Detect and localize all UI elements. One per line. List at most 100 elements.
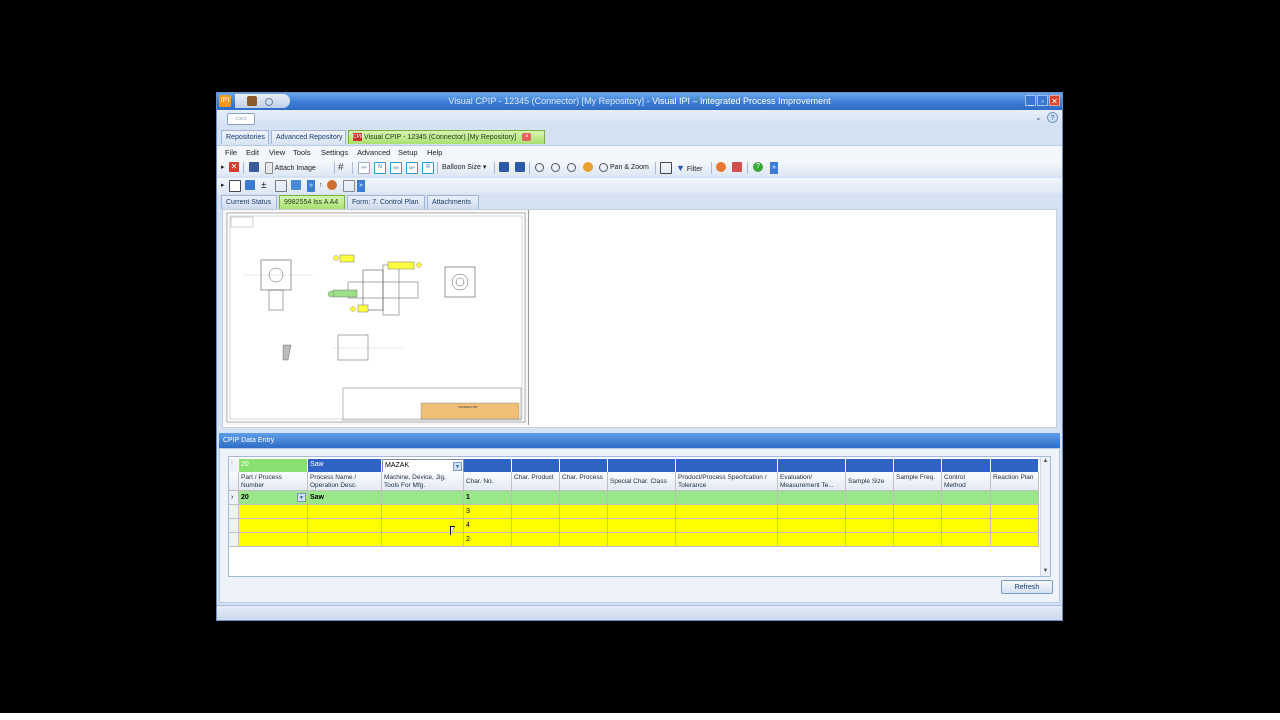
cell[interactable] — [608, 519, 676, 533]
balloon-pp-button[interactable]: PP — [358, 162, 370, 174]
cell-char-no[interactable]: 1 — [464, 491, 512, 505]
cell[interactable] — [560, 505, 608, 519]
menu-file[interactable]: File — [225, 148, 237, 157]
column-header[interactable]: Process Name / Operation Desc. — [308, 472, 382, 491]
filter-char-no[interactable] — [464, 459, 512, 473]
menu-settings[interactable]: Settings — [321, 148, 348, 157]
ribbon-toggle-button[interactable]: ▭▭ — [227, 113, 255, 125]
filter-button[interactable]: ▼ Filter — [676, 162, 702, 174]
filter-char-product[interactable] — [512, 459, 560, 473]
row-indicator[interactable] — [229, 519, 239, 533]
overflow-icon[interactable]: » — [307, 180, 315, 192]
chevron-down-icon[interactable]: ▼ — [453, 462, 462, 471]
tab-current-status[interactable]: Current Status — [221, 195, 277, 209]
cell[interactable] — [942, 491, 991, 505]
delete-icon[interactable]: ✕ — [229, 162, 239, 174]
row-indicator[interactable] — [229, 533, 239, 547]
settings-wand-icon[interactable] — [732, 162, 742, 174]
filter-evaluation[interactable] — [778, 459, 846, 473]
menu-edit[interactable]: Edit — [246, 148, 259, 157]
cell[interactable] — [512, 519, 560, 533]
table-row[interactable]: 4 — [229, 519, 1041, 533]
cell[interactable] — [778, 505, 846, 519]
help-icon[interactable]: ? — [1047, 112, 1058, 123]
pan-zoom-button[interactable]: Pan & Zoom — [599, 162, 649, 174]
drawing-viewer[interactable]: CONNECTOR — [222, 209, 1057, 428]
cell[interactable] — [676, 519, 778, 533]
table-row[interactable]: › 20 ▼ Saw 1 — [229, 491, 1041, 505]
cell[interactable] — [991, 491, 1039, 505]
columns-icon[interactable] — [291, 180, 301, 192]
cell[interactable] — [991, 505, 1039, 519]
cell-process[interactable]: Saw — [308, 491, 382, 505]
cell[interactable] — [676, 533, 778, 547]
column-header[interactable]: Reaction Plan — [991, 472, 1039, 491]
column-header[interactable]: Sample Freq. — [894, 472, 942, 491]
close-window-icon[interactable]: ✕ — [1049, 95, 1060, 106]
cell[interactable] — [608, 533, 676, 547]
help-check-icon[interactable]: ? — [753, 162, 763, 174]
table-row[interactable]: 2 — [229, 533, 1041, 547]
cell-machine[interactable] — [382, 491, 464, 505]
column-header[interactable]: Product/Process Specifcation / Tolerance — [676, 472, 778, 491]
menu-setup[interactable]: Setup — [398, 148, 418, 157]
column-header[interactable]: Char. No. — [464, 472, 512, 491]
filter-spec[interactable] — [676, 459, 778, 473]
filter-machine[interactable]: MAZAK ▼ — [382, 459, 464, 473]
cell-process[interactable] — [308, 519, 382, 533]
cell[interactable] — [608, 505, 676, 519]
row-indicator[interactable]: › — [229, 491, 239, 505]
cell[interactable] — [846, 505, 894, 519]
cell[interactable] — [560, 491, 608, 505]
balloon-mp-button[interactable]: MP — [406, 162, 418, 174]
column-header[interactable]: Special Char. Class — [608, 472, 676, 491]
cell-part[interactable]: 20 ▼ — [239, 491, 308, 505]
overflow-icon-2[interactable]: » — [357, 180, 365, 192]
filter-sample-size[interactable] — [846, 459, 894, 473]
export-icon[interactable] — [660, 162, 672, 174]
filter-sample-freq[interactable] — [894, 459, 942, 473]
cell-part[interactable] — [239, 505, 308, 519]
cell-part[interactable] — [239, 533, 308, 547]
toolbar-overflow-button[interactable]: » — [770, 162, 778, 174]
cell[interactable] — [894, 491, 942, 505]
zoom-fit-icon[interactable] — [567, 162, 576, 174]
cell-char-no[interactable]: 3 — [464, 505, 512, 519]
table-icon[interactable] — [275, 180, 287, 192]
tab-drawing[interactable]: 9982554 Iss A A4 — [279, 195, 345, 209]
menu-help[interactable]: Help — [427, 148, 442, 157]
filter-process[interactable]: Saw — [308, 459, 382, 473]
cell[interactable] — [608, 491, 676, 505]
sort-icon[interactable]: ↑ — [319, 180, 323, 192]
cell-process[interactable] — [308, 533, 382, 547]
menu-advanced[interactable]: Advanced — [357, 148, 390, 157]
color-palette-icon[interactable] — [716, 162, 726, 174]
column-header[interactable]: Char. Product — [512, 472, 560, 491]
ribbon-collapse-icon[interactable]: ⌄ — [1035, 113, 1042, 122]
row-indicator[interactable] — [229, 505, 239, 519]
plus-minus-icon[interactable]: ± — [261, 180, 267, 192]
cell[interactable] — [512, 505, 560, 519]
cell[interactable] — [846, 491, 894, 505]
cell[interactable] — [512, 533, 560, 547]
save-icon[interactable] — [249, 162, 259, 174]
filter-part[interactable]: 20 — [239, 459, 308, 473]
cell-part[interactable] — [239, 519, 308, 533]
cell[interactable] — [560, 533, 608, 547]
dropdown-arrow-icon[interactable]: ▸ — [221, 162, 225, 174]
scroll-down-icon[interactable]: ▼ — [1041, 567, 1050, 576]
column-header[interactable]: Sample Size — [846, 472, 894, 491]
balloon-nn-button[interactable]: NN — [390, 162, 402, 174]
table-row[interactable]: 3 — [229, 505, 1041, 519]
tab-visual-cpip[interactable]: CPIPVisual CPIP - 12345 (Connector) [My … — [348, 130, 545, 144]
scroll-up-icon[interactable]: ▲ — [1041, 457, 1050, 466]
balloon-n-button[interactable]: N — [374, 162, 386, 174]
cell[interactable] — [778, 491, 846, 505]
cell[interactable] — [894, 533, 942, 547]
find-replace-icon[interactable] — [327, 180, 337, 192]
cell[interactable] — [512, 491, 560, 505]
filter-char-process[interactable] — [560, 459, 608, 473]
filter-special-char[interactable] — [608, 459, 676, 473]
column-header[interactable]: Evaluation/ Measurement Te... — [778, 472, 846, 491]
cell[interactable] — [894, 505, 942, 519]
